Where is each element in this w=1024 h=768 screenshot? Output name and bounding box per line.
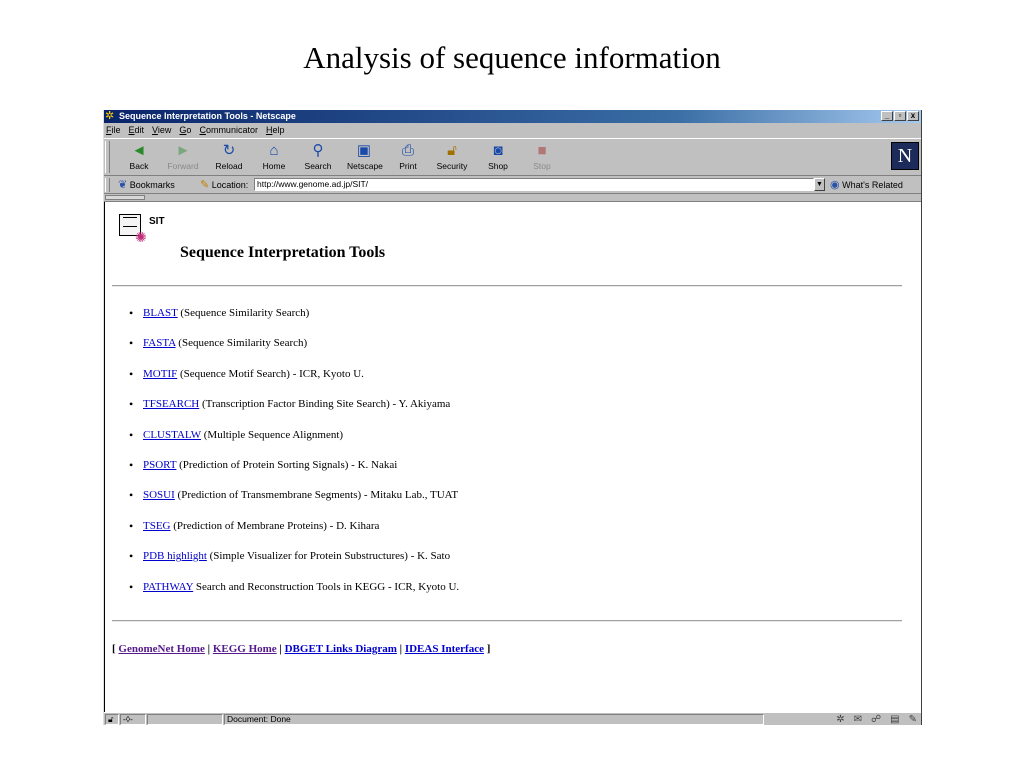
list-item: CLUSTALW (Multiple Sequence Alignment) bbox=[129, 428, 459, 458]
url-field[interactable]: http://www.genome.ad.jp/SIT/ bbox=[254, 178, 814, 191]
forward-button[interactable]: ► Forward bbox=[166, 141, 200, 175]
psort-link[interactable]: PSORT bbox=[143, 459, 176, 471]
close-button[interactable]: x bbox=[907, 111, 919, 121]
menu-bar: File Edit View Go Communicator Help bbox=[104, 124, 284, 137]
reload-icon: ↻ bbox=[222, 142, 236, 159]
toolbar-grip[interactable] bbox=[105, 141, 110, 173]
print-button[interactable]: ⎙ Print bbox=[391, 141, 425, 175]
search-icon: ⚲ bbox=[312, 142, 324, 159]
bookmarks-icon: ❦ bbox=[118, 179, 128, 191]
home-icon: ⌂ bbox=[269, 142, 279, 159]
slide-title: Analysis of sequence information bbox=[303, 40, 721, 75]
address-book-icon[interactable]: ▤ bbox=[890, 713, 899, 725]
back-arrow-icon: ◄ bbox=[131, 142, 147, 159]
divider-top bbox=[112, 285, 902, 287]
personal-toolbar-strip bbox=[104, 194, 921, 202]
browser-window: ✲ Sequence Interpretation Tools - Netsca… bbox=[103, 110, 922, 725]
divider-bottom bbox=[112, 620, 902, 622]
list-item: MOTIF (Sequence Motif Search) - ICR, Kyo… bbox=[129, 367, 459, 397]
tfsearch-link[interactable]: TFSEARCH bbox=[143, 398, 199, 410]
printer-icon: ⎙ bbox=[401, 142, 414, 159]
padlock-icon: 🔓︎ bbox=[447, 142, 457, 159]
forward-arrow-icon: ► bbox=[175, 142, 191, 159]
back-button[interactable]: ◄ Back bbox=[122, 141, 156, 175]
kegg-home-link[interactable]: KEGG Home bbox=[213, 643, 277, 655]
list-item: SOSUI (Prediction of Transmembrane Segme… bbox=[129, 488, 459, 518]
location-label: ✎ Location: bbox=[200, 179, 249, 191]
component-bar: ✲ ✉ ☍ ▤ ✎ bbox=[836, 713, 917, 725]
url-history-dropdown[interactable]: ▼ bbox=[814, 178, 825, 191]
document-icon bbox=[123, 217, 137, 227]
footer-links: [ GenomeNet Home | KEGG Home | DBGET Lin… bbox=[112, 643, 491, 655]
tseg-link[interactable]: TSEG bbox=[143, 520, 171, 532]
shop-button[interactable]: ◙ Shop bbox=[481, 141, 515, 175]
netscape-button[interactable]: ▣ Netscape bbox=[347, 141, 383, 175]
list-item: PDB highlight (Simple Visualizer for Pro… bbox=[129, 549, 459, 579]
security-button[interactable]: 🔓︎ Security bbox=[435, 141, 469, 175]
pdb-highlight-link[interactable]: PDB highlight bbox=[143, 550, 207, 562]
tool-list: BLAST (Sequence Similarity Search) FASTA… bbox=[129, 306, 459, 610]
window-controls: _ ▫ x bbox=[881, 111, 919, 122]
search-button[interactable]: ⚲ Search bbox=[301, 141, 335, 175]
related-icon: ◉ bbox=[830, 179, 840, 191]
menu-go[interactable]: Go bbox=[179, 124, 191, 137]
motif-link[interactable]: MOTIF bbox=[143, 368, 177, 380]
sit-logo-text: SIT bbox=[149, 216, 165, 227]
navigator-icon[interactable]: ✲ bbox=[836, 713, 844, 725]
page-content: SIT ✺ Sequence Interpretation Tools BLAS… bbox=[104, 202, 921, 712]
navigation-toolbar: ◄ Back ► Forward ↻ Reload ⌂ Home ⚲ Searc… bbox=[104, 138, 921, 176]
menu-help[interactable]: Help bbox=[266, 124, 285, 137]
menu-communicator[interactable]: Communicator bbox=[199, 124, 258, 137]
list-item: FASTA (Sequence Similarity Search) bbox=[129, 336, 459, 366]
sosui-link[interactable]: SOSUI bbox=[143, 489, 175, 501]
dna-icon: ✺ bbox=[135, 231, 147, 246]
status-text: Document: Done bbox=[224, 714, 764, 725]
minimize-button[interactable]: _ bbox=[881, 111, 893, 121]
my-netscape-icon: ▣ bbox=[356, 142, 372, 159]
list-item: PSORT (Prediction of Protein Sorting Sig… bbox=[129, 458, 459, 488]
fasta-link[interactable]: FASTA bbox=[143, 337, 176, 349]
clustalw-link[interactable]: CLUSTALW bbox=[143, 429, 201, 441]
pathway-link[interactable]: PATHWAY bbox=[143, 581, 193, 593]
composer-icon[interactable]: ✎ bbox=[909, 713, 917, 725]
progress-bar bbox=[147, 714, 223, 725]
blast-link[interactable]: BLAST bbox=[143, 307, 178, 319]
status-bar: 🔓︎ -◊- Document: Done ✲ ✉ ☍ ▤ ✎ bbox=[104, 712, 921, 725]
window-title: Sequence Interpretation Tools - Netscape bbox=[119, 111, 296, 121]
location-toolbar: ❦ Bookmarks ✎ Location: http://www.genom… bbox=[104, 176, 921, 194]
title-bar[interactable]: ✲ Sequence Interpretation Tools - Netsca… bbox=[104, 110, 921, 123]
menu-view[interactable]: View bbox=[152, 124, 171, 137]
dbget-links-link[interactable]: DBGET Links Diagram bbox=[285, 643, 397, 655]
list-item: BLAST (Sequence Similarity Search) bbox=[129, 306, 459, 336]
security-status-icon[interactable]: 🔓︎ bbox=[105, 714, 119, 725]
list-item: TSEG (Prediction of Membrane Proteins) -… bbox=[129, 519, 459, 549]
reload-button[interactable]: ↻ Reload bbox=[212, 141, 246, 175]
page-proxy-icon[interactable]: ✎ bbox=[200, 179, 209, 191]
mail-icon[interactable]: ✉ bbox=[854, 713, 862, 725]
location-toolbar-grip[interactable] bbox=[105, 178, 110, 192]
shopping-bag-icon: ◙ bbox=[493, 142, 503, 159]
whats-related-button[interactable]: ◉ What's Related bbox=[830, 178, 903, 192]
ideas-interface-link[interactable]: IDEAS Interface bbox=[405, 643, 484, 655]
newsgroup-icon[interactable]: ☍ bbox=[871, 713, 881, 725]
home-button[interactable]: ⌂ Home bbox=[257, 141, 291, 175]
menu-edit[interactable]: Edit bbox=[129, 124, 145, 137]
genomenet-home-link[interactable]: GenomeNet Home bbox=[118, 643, 204, 655]
connection-icon: -◊- bbox=[120, 714, 146, 725]
maximize-button[interactable]: ▫ bbox=[894, 111, 906, 121]
list-item: PATHWAY Search and Reconstruction Tools … bbox=[129, 580, 459, 610]
netscape-app-icon: ✲ bbox=[105, 110, 115, 122]
netscape-logo[interactable]: N bbox=[891, 142, 919, 170]
menu-file[interactable]: File bbox=[106, 124, 121, 137]
list-item: TFSEARCH (Transcription Factor Binding S… bbox=[129, 397, 459, 427]
chevron-down-icon: ▼ bbox=[816, 181, 823, 188]
stop-icon: ■ bbox=[537, 142, 547, 159]
stop-button[interactable]: ■ Stop bbox=[525, 141, 559, 175]
page-heading: Sequence Interpretation Tools bbox=[180, 244, 386, 261]
bookmarks-button[interactable]: ❦ Bookmarks bbox=[118, 178, 175, 192]
collapsed-toolbar-tab[interactable] bbox=[105, 195, 145, 200]
